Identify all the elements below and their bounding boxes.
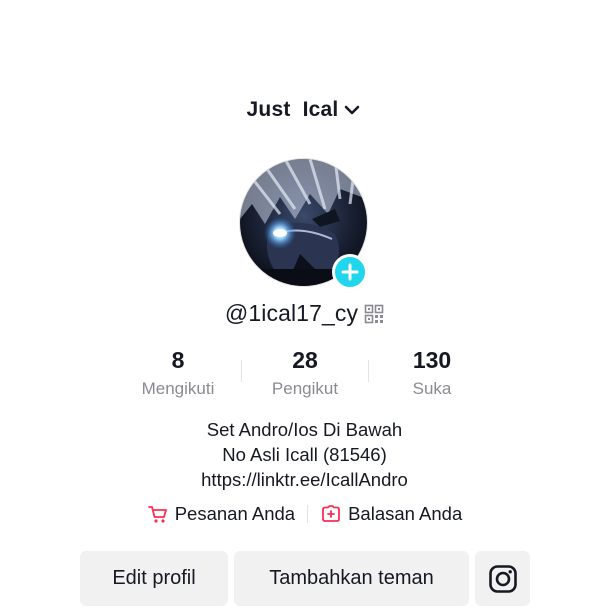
stat-likes[interactable]: 130 Suka	[369, 346, 495, 400]
avatar-container[interactable]	[239, 158, 368, 290]
username: @1ical17_cy	[224, 300, 359, 326]
followers-count: 28	[292, 347, 318, 373]
likes-label: Suka	[412, 379, 452, 398]
bio: Set Andro/Ios Di Bawah No Asli Icall (81…	[0, 417, 609, 492]
replies-link[interactable]: Balasan Anda	[320, 503, 462, 525]
quick-links: Pesanan Anda Balasan Anda	[0, 503, 609, 525]
username-row: @1ical17_cy	[0, 300, 609, 327]
followers-label: Pengikut	[271, 379, 339, 398]
stat-followers[interactable]: 28 Pengikut	[242, 346, 368, 400]
following-count: 8	[171, 347, 185, 373]
orders-link[interactable]: Pesanan Anda	[147, 503, 295, 525]
cart-icon	[147, 503, 169, 525]
chevron-down-icon	[342, 100, 362, 120]
account-switcher[interactable]: Just Ical	[0, 98, 609, 122]
profile-actions: Edit profil Tambahkan teman	[80, 551, 530, 606]
orders-label: Pesanan Anda	[174, 503, 296, 524]
qr-code-icon[interactable]	[364, 304, 384, 324]
instagram-icon	[488, 564, 517, 593]
likes-count: 130	[412, 347, 452, 373]
bio-line: Set Andro/Ios Di Bawah	[206, 419, 403, 440]
quick-links-divider	[307, 505, 309, 523]
reply-box-icon	[320, 503, 342, 525]
instagram-button[interactable]	[475, 551, 530, 606]
stat-following[interactable]: 8 Mengikuti	[115, 346, 241, 400]
profile-page: Just Ical @1ical17_cy 8 Mengikuti 28 Pen…	[0, 0, 609, 609]
edit-profile-button[interactable]: Edit profil	[80, 551, 228, 606]
profile-stats: 8 Mengikuti 28 Pengikut 130 Suka	[115, 346, 495, 400]
bio-link[interactable]: https://linktr.ee/IcallAndro	[0, 467, 609, 492]
following-label: Mengikuti	[141, 379, 215, 398]
add-avatar-button[interactable]	[332, 254, 368, 290]
plus-icon	[341, 263, 359, 281]
replies-label: Balasan Anda	[348, 503, 463, 524]
account-name: Just Ical	[246, 98, 339, 121]
bio-line: No Asli Icall (81546)	[222, 444, 387, 465]
add-friends-button[interactable]: Tambahkan teman	[234, 551, 469, 606]
